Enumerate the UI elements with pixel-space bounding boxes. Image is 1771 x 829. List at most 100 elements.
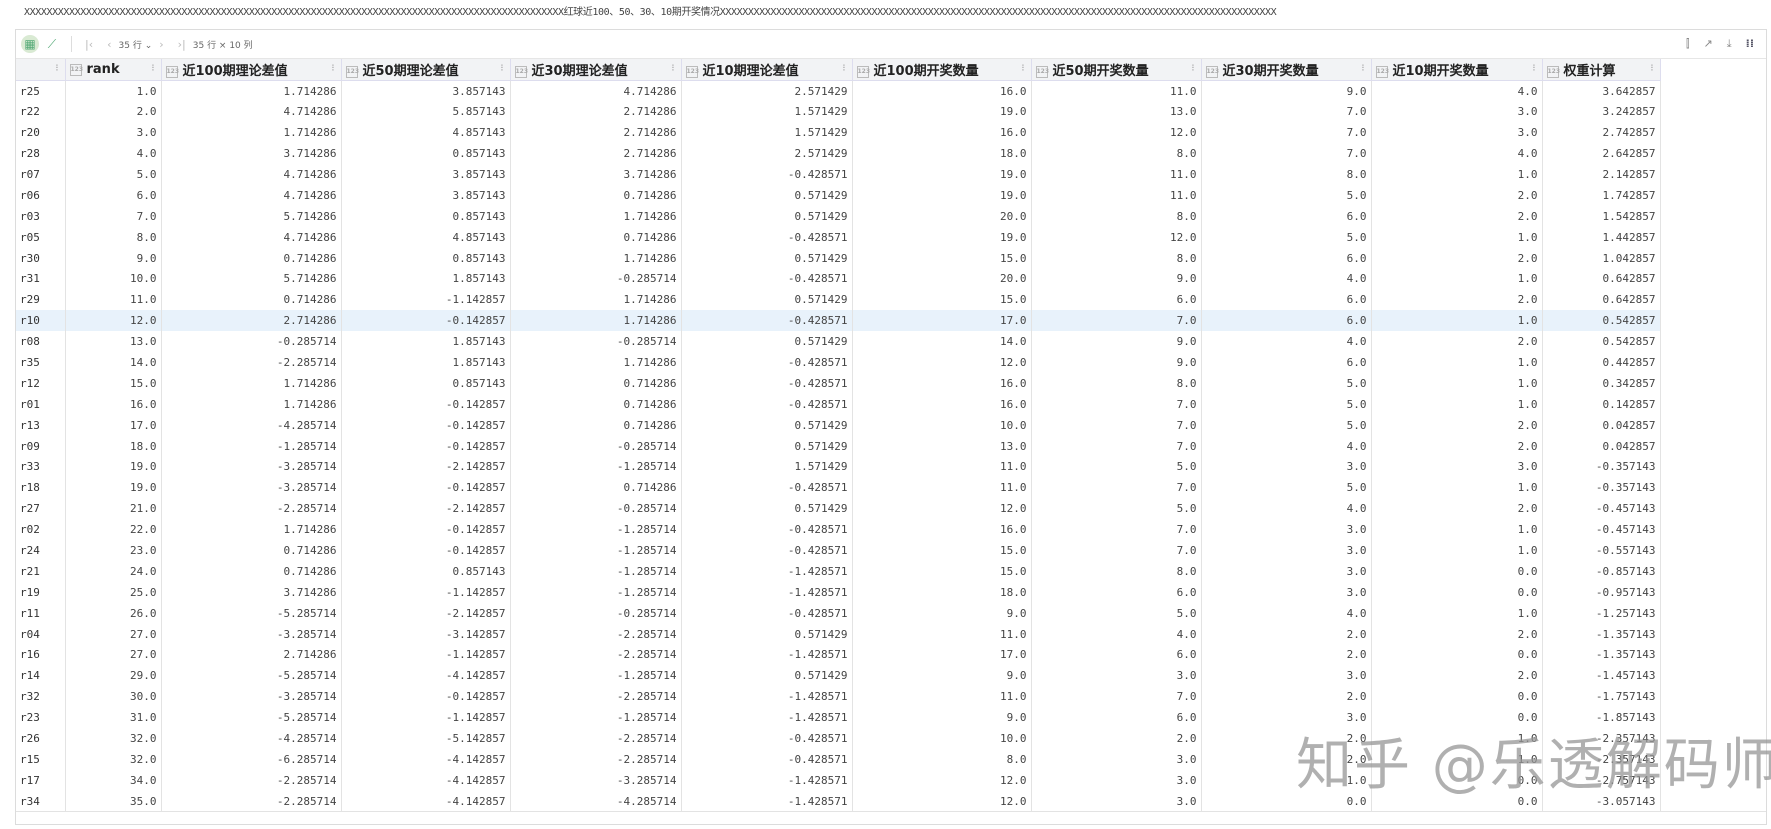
table-row[interactable]: r05 8.0 4.714286 4.857143 0.714286 -0.428571 1… xyxy=(16,226,1661,248)
column-header[interactable]: 123 近100期开奖数量 ⁝ xyxy=(852,59,1032,81)
sort-icon[interactable]: ⁝ xyxy=(1650,63,1653,74)
table-row[interactable]: r35 14.0 -2.285714 1.857143 1.714286 -0.42857… xyxy=(16,352,1661,373)
table-row[interactable]: r18 19.0 -3.285714 -0.142857 0.714286 -0.4285… xyxy=(16,477,1661,499)
table-cell: 3.0 xyxy=(65,122,162,144)
column-chart-icon[interactable]: ⫿ xyxy=(1686,37,1690,51)
table-cell: -0.428571 xyxy=(681,352,853,373)
table-cell: 0.0 xyxy=(1371,707,1543,729)
table-view-icon[interactable]: ▦ xyxy=(21,35,39,53)
sort-icon[interactable]: ⁝ xyxy=(1361,63,1364,74)
table-cell: 3.0 xyxy=(1371,122,1543,144)
column-header[interactable]: 123 近10期理论差值 ⁝ xyxy=(681,59,853,81)
table-cell: 13.0 xyxy=(65,331,162,353)
table-row[interactable]: r22 2.0 4.714286 5.857143 2.714286 1.571429 19… xyxy=(16,101,1661,123)
sort-icon[interactable]: ⁝ xyxy=(1191,63,1194,74)
row-index: r04 xyxy=(16,623,66,645)
column-header[interactable]: 123 近100期理论差值 ⁝ xyxy=(161,59,342,81)
open-external-icon[interactable]: ↗ xyxy=(1704,37,1713,51)
table-row[interactable]: r09 18.0 -1.285714 -0.142857 -0.285714 0.5714… xyxy=(16,435,1661,457)
table-row[interactable]: r02 22.0 1.714286 -0.142857 -1.285714 -0.4285… xyxy=(16,519,1661,541)
column-header[interactable]: 123 近10期开奖数量 ⁝ xyxy=(1371,59,1543,81)
horizontal-scrollbar[interactable] xyxy=(16,811,1766,824)
sort-icon[interactable]: ⁝ xyxy=(1021,63,1024,74)
table-row[interactable]: r24 23.0 0.714286 -0.142857 -1.285714 -0.4285… xyxy=(16,540,1661,561)
sort-icon[interactable]: ⁝ xyxy=(500,63,503,74)
table-row[interactable]: r03 7.0 5.714286 0.857143 1.714286 0.571429 20… xyxy=(16,205,1661,227)
chart-view-icon[interactable]: ⟋ xyxy=(43,35,61,53)
table-cell: 5.0 xyxy=(65,164,162,185)
table-row[interactable]: r19 25.0 3.714286 -1.142857 -1.285714 -1.4285… xyxy=(16,581,1661,603)
table-row[interactable]: r28 4.0 3.714286 0.857143 2.714286 2.571429 18… xyxy=(16,143,1661,165)
table-row[interactable]: r34 35.0 -2.285714 -4.142857 -4.285714 -1.428… xyxy=(16,790,1661,812)
table-row[interactable]: r31 10.0 5.714286 1.857143 -0.285714 -0.42857… xyxy=(16,268,1661,290)
sort-icon[interactable]: ⁝ xyxy=(671,63,674,74)
column-header[interactable]: 123 权重计算 ⁝ xyxy=(1542,59,1661,81)
table-row[interactable]: r11 26.0 -5.285714 -2.142857 -0.285714 -0.428… xyxy=(16,602,1661,624)
table-cell: 16.0 xyxy=(65,393,162,415)
table-cell: 0.0 xyxy=(1371,644,1543,666)
table-row[interactable]: r20 3.0 1.714286 4.857143 2.714286 1.571429 16… xyxy=(16,122,1661,144)
table-row[interactable]: r25 1.0 1.714286 3.857143 4.714286 2.571429 16… xyxy=(16,80,1661,102)
column-header[interactable]: 123 近30期理论差值 ⁝ xyxy=(510,59,682,81)
table-cell: 0.571429 xyxy=(681,289,853,311)
table-row[interactable]: r08 13.0 -0.285714 1.857143 -0.285714 0.57142… xyxy=(16,331,1661,353)
table-row[interactable]: r15 32.0 -6.285714 -4.142857 -2.285714 -0.428… xyxy=(16,749,1661,770)
sort-icon[interactable]: ⁝ xyxy=(331,63,334,74)
rows-per-page-select[interactable]: 35 行 ⌄ xyxy=(119,38,153,51)
table-cell: -0.142857 xyxy=(341,435,511,457)
table-cell: -1.142857 xyxy=(341,644,511,666)
table-cell: -1.428571 xyxy=(681,686,853,708)
table-row[interactable]: r16 27.0 2.714286 -1.142857 -2.285714 -1.4285… xyxy=(16,644,1661,666)
table-row[interactable]: r14 29.0 -5.285714 -4.142857 -1.285714 0.5714… xyxy=(16,665,1661,687)
table-cell: -0.428571 xyxy=(681,602,853,624)
table-row[interactable]: r13 17.0 -4.285714 -0.142857 0.714286 0.57142… xyxy=(16,414,1661,436)
table-cell: 4.714286 xyxy=(510,80,682,102)
row-index: r26 xyxy=(16,728,66,749)
table-cell: 0.642857 xyxy=(1542,268,1661,290)
prev-page-icon[interactable]: ‹ xyxy=(107,38,111,51)
download-icon[interactable]: ⤓ xyxy=(1727,37,1732,51)
table-row[interactable]: r01 16.0 1.714286 -0.142857 0.714286 -0.42857… xyxy=(16,393,1661,415)
last-page-icon[interactable]: ›| xyxy=(178,38,186,51)
table-cell: 4.0 xyxy=(1201,498,1372,520)
table-row[interactable]: r30 9.0 0.714286 0.857143 1.714286 0.571429 15… xyxy=(16,247,1661,269)
settings-icon[interactable]: ⁞⁞ xyxy=(1746,37,1754,51)
table-cell: 3.857143 xyxy=(341,164,511,185)
table-cell: -0.428571 xyxy=(681,226,853,248)
table-row[interactable]: r06 6.0 4.714286 3.857143 0.714286 0.571429 19… xyxy=(16,184,1661,206)
table-cell: 2.571429 xyxy=(681,143,853,165)
table-row[interactable]: r04 27.0 -3.285714 -3.142857 -2.285714 0.5714… xyxy=(16,623,1661,645)
table-row[interactable]: r29 11.0 0.714286 -1.142857 1.714286 0.571429… xyxy=(16,289,1661,311)
table-row[interactable]: r12 15.0 1.714286 0.857143 0.714286 -0.428571… xyxy=(16,372,1661,394)
table-cell: 2.0 xyxy=(1201,728,1372,749)
table-row[interactable]: r27 21.0 -2.285714 -2.142857 -0.285714 0.5714… xyxy=(16,498,1661,520)
table-row[interactable]: r23 31.0 -5.285714 -1.142857 -1.285714 -1.428… xyxy=(16,707,1661,729)
table-cell: 1.742857 xyxy=(1542,184,1661,206)
table-row[interactable]: r21 24.0 0.714286 0.857143 -1.285714 -1.42857… xyxy=(16,560,1661,582)
sort-icon[interactable]: ⁝ xyxy=(1532,63,1535,74)
next-page-icon[interactable]: › xyxy=(159,38,163,51)
table-cell: 1.714286 xyxy=(510,352,682,373)
table-cell: 27.0 xyxy=(65,623,162,645)
sort-icon[interactable]: ⁝ xyxy=(151,63,154,74)
sort-icon[interactable]: ⁝ xyxy=(842,63,845,74)
numeric-type-icon: 123 xyxy=(685,65,699,78)
table-row[interactable]: r10 12.0 2.714286 -0.142857 1.714286 -0.42857… xyxy=(16,310,1661,332)
table-row[interactable]: r26 32.0 -4.285714 -5.142857 -2.285714 -0.428… xyxy=(16,728,1661,749)
column-header[interactable]: 123 近50期开奖数量 ⁝ xyxy=(1031,59,1202,81)
table-cell: -1.142857 xyxy=(341,289,511,311)
table-row[interactable]: r07 5.0 4.714286 3.857143 3.714286 -0.428571 1… xyxy=(16,164,1661,185)
column-header[interactable]: 123 rank ⁝ xyxy=(65,59,162,81)
table-cell: -1.257143 xyxy=(1542,602,1661,624)
table-cell: -4.285714 xyxy=(510,790,682,812)
first-page-icon[interactable]: |‹ xyxy=(85,38,93,51)
table-cell: 20.0 xyxy=(852,205,1032,227)
sort-icon[interactable]: ⁝ xyxy=(55,63,58,74)
index-header[interactable]: ⁝ xyxy=(16,59,66,81)
column-header[interactable]: 123 近30期开奖数量 ⁝ xyxy=(1201,59,1372,81)
column-header[interactable]: 123 近50期理论差值 ⁝ xyxy=(341,59,511,81)
table-row[interactable]: r33 19.0 -3.285714 -2.142857 -1.285714 1.5714… xyxy=(16,456,1661,478)
table-cell: 8.0 xyxy=(1031,205,1202,227)
table-row[interactable]: r17 34.0 -2.285714 -4.142857 -3.285714 -1.428… xyxy=(16,769,1661,791)
table-row[interactable]: r32 30.0 -3.285714 -0.142857 -2.285714 -1.428… xyxy=(16,686,1661,708)
